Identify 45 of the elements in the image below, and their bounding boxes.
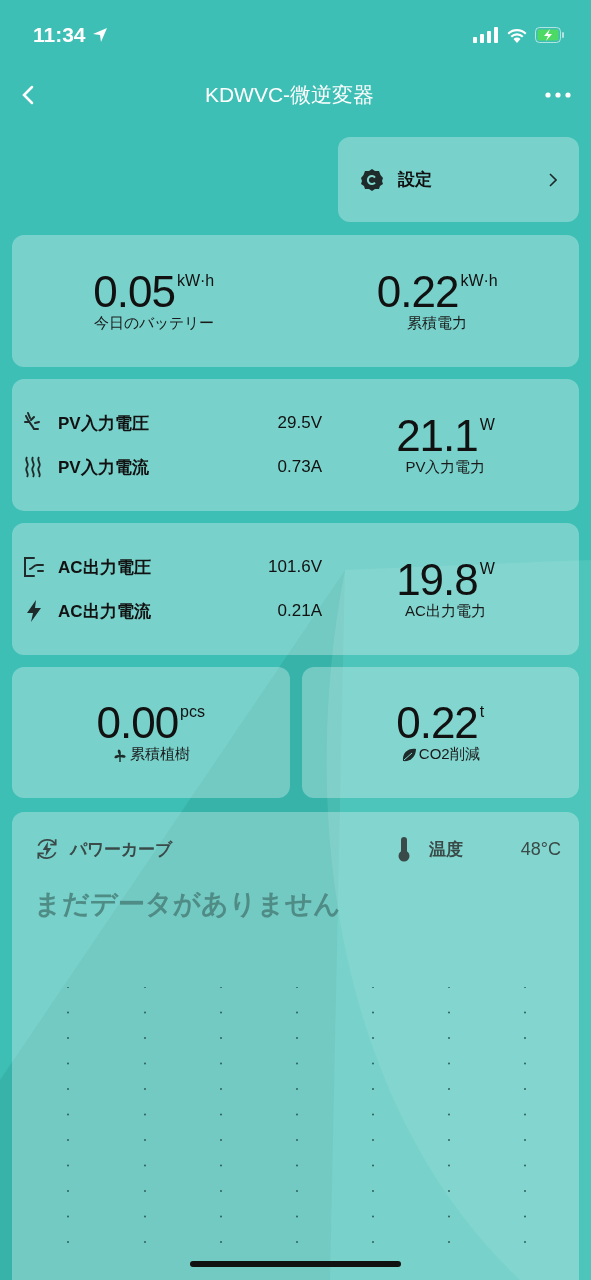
empty-message: まだデータがありません [34,888,342,921]
metric-label: PV入力電圧 [58,412,150,435]
metric-value: 0.21A [277,601,322,621]
stat-label: PV入力電力 [405,457,486,477]
stat-unit: pcs [180,703,205,721]
metric-value: 101.6V [268,557,322,577]
leaf-icon [400,746,417,763]
stat-value: 0.22 [396,701,478,745]
thermometer-icon [396,836,411,862]
settings-icon [360,167,384,192]
stat-label: CO2削減 [418,745,480,764]
metric-label: AC出力電流 [58,600,152,623]
stat-value: 0.05 [93,269,175,314]
stat-value: 21.1 [396,413,478,458]
stat-label: 累積植樹 [129,745,190,764]
stat-label: 累積電力 [407,313,468,333]
wifi-icon [507,27,527,43]
battery-charging-icon [535,27,565,43]
stat-unit: W [479,415,495,434]
location-arrow-icon [91,27,108,43]
metric-label: PV入力電流 [58,456,150,479]
metric-value: 29.5V [277,413,322,433]
power-cycle-icon [34,836,60,862]
metric-label: AC出力電圧 [58,556,152,579]
plug-icon [22,555,46,579]
stat-value: 19.8 [396,557,478,602]
stat-label: AC出力電力 [405,601,486,621]
stat-unit: W [479,559,495,578]
stat-label: 今日のバッテリー [93,313,214,333]
chevron-right-icon [549,172,557,187]
status-time: 11:34 [33,23,86,47]
stat-value: 0.00 [96,701,179,745]
temperature-value: 48°C [520,838,561,860]
page-title: KDWVC-微逆変器 [204,82,375,108]
back-icon [22,85,34,105]
signal-icon [473,27,499,43]
more-icon [545,92,571,98]
stat-unit: t [479,703,485,721]
stat-unit: kW·h [460,271,498,290]
stat-unit: kW·h [176,271,215,290]
stat-value: 0.22 [376,269,459,314]
temperature-label: 温度 [428,838,463,861]
settings-button[interactable]: 設定 [338,137,579,222]
metric-value: 0.73A [277,457,322,477]
chart-title: パワーカーブ [70,838,172,861]
